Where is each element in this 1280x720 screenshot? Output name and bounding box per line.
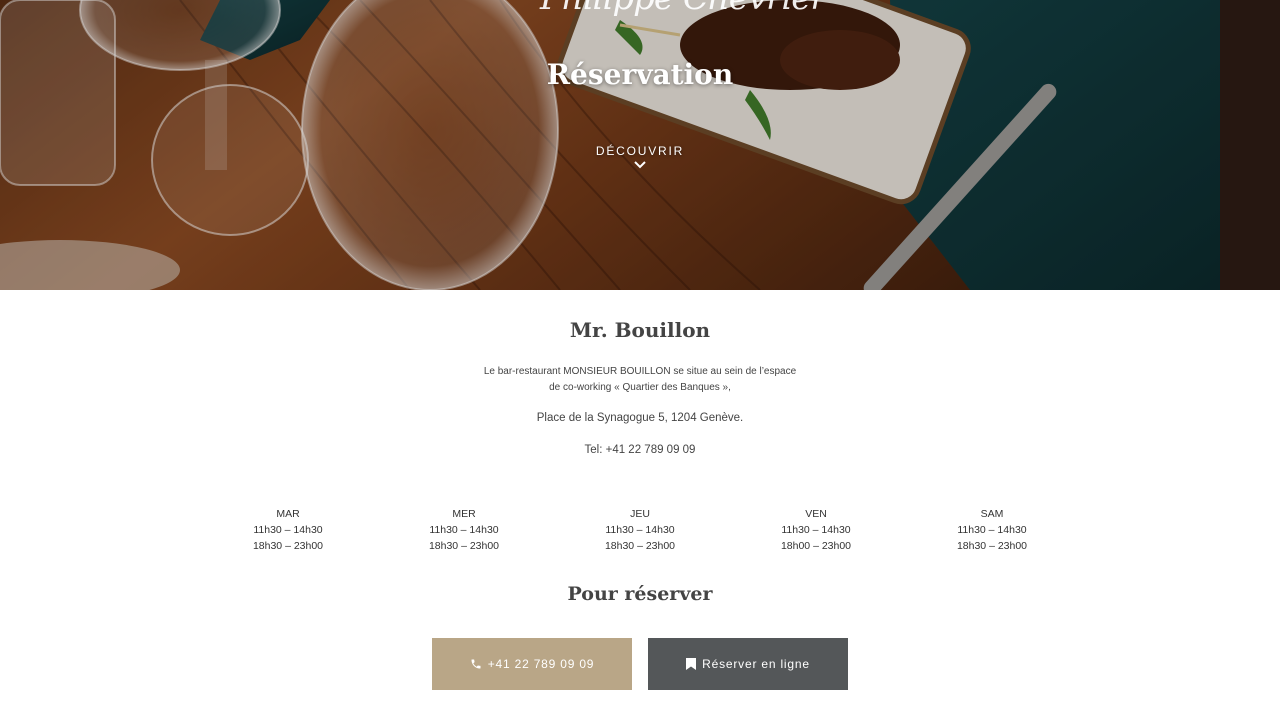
reserve-heading: Pour réserver	[567, 583, 713, 605]
page-title: Réservation	[546, 58, 734, 91]
bookmark-icon	[686, 658, 697, 670]
restaurant-address: Place de la Synagogue 5, 1204 Genève.	[536, 412, 744, 424]
day-name: SAM	[980, 508, 1004, 520]
restaurant-name: Mr. Bouillon	[569, 318, 711, 342]
dinner-hours: 18h30 – 23h00	[428, 540, 500, 552]
lunch-hours: 11h30 – 14h30	[605, 524, 675, 536]
restaurant-intro: Le bar-restaurant MONSIEUR BOUILLON se s…	[440, 364, 840, 396]
dinner-hours: 18h00 – 23h00	[780, 540, 852, 552]
chef-signature: Philippe Chevrier	[540, 0, 827, 18]
hours-column: SAM 11h30 – 14h30 18h30 – 23h00	[922, 506, 1062, 554]
intro-line-1: Le bar-restaurant MONSIEUR BOUILLON se s…	[483, 366, 797, 377]
day-name: JEU	[630, 508, 650, 520]
chevron-down-icon	[634, 161, 646, 169]
lunch-hours: 11h30 – 14h30	[781, 524, 851, 536]
restaurant-phone: Tel: +41 22 789 09 09	[584, 444, 696, 456]
lunch-hours: 11h30 – 14h30	[429, 524, 499, 536]
day-name: MAR	[276, 508, 300, 520]
dinner-hours: 18h30 – 23h00	[956, 540, 1028, 552]
intro-line-2: de co-working « Quartier des Banques »,	[549, 382, 731, 393]
call-button-label: +41 22 789 09 09	[487, 657, 595, 671]
dinner-hours: 18h30 – 23h00	[604, 540, 676, 552]
phone-icon	[471, 659, 481, 669]
day-name: MER	[452, 508, 476, 520]
day-name: VEN	[805, 508, 827, 520]
opening-hours: MAR 11h30 – 14h30 18h30 – 23h00 MER 11h3…	[200, 506, 1080, 556]
discover-label: DÉCOUVRIR	[595, 144, 685, 158]
lunch-hours: 11h30 – 14h30	[253, 524, 323, 536]
lunch-hours: 11h30 – 14h30	[957, 524, 1027, 536]
discover-link[interactable]: DÉCOUVRIR	[540, 144, 740, 169]
call-button[interactable]: +41 22 789 09 09	[432, 638, 632, 690]
book-online-button[interactable]: Réserver en ligne	[648, 638, 848, 690]
hours-column: JEU 11h30 – 14h30 18h30 – 23h00	[570, 506, 710, 554]
hero-banner: Philippe Chevrier Réservation DÉCOUVRIR	[0, 0, 1280, 290]
hours-column: VEN 11h30 – 14h30 18h00 – 23h00	[746, 506, 886, 554]
hours-column: MER 11h30 – 14h30 18h30 – 23h00	[394, 506, 534, 554]
hours-column: MAR 11h30 – 14h30 18h30 – 23h00	[218, 506, 358, 554]
book-online-label: Réserver en ligne	[702, 657, 810, 671]
dinner-hours: 18h30 – 23h00	[252, 540, 324, 552]
